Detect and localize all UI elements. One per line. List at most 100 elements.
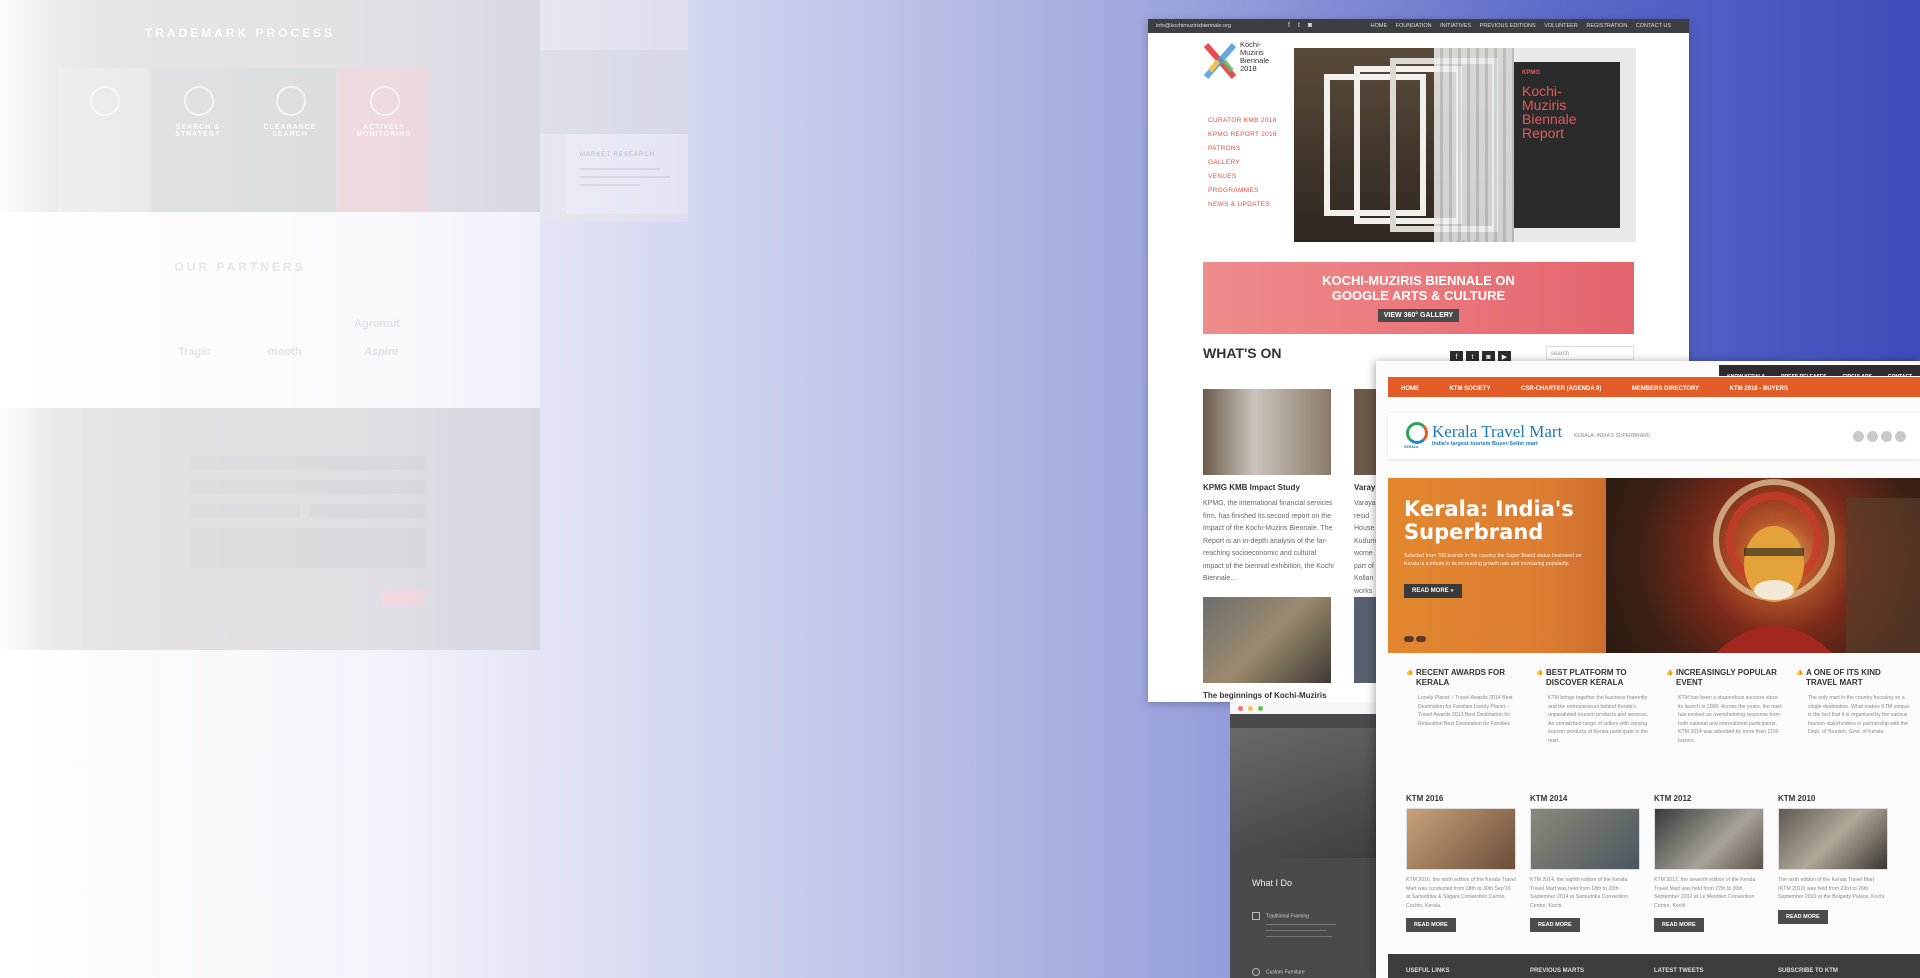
read-more-button[interactable]: READ MORE xyxy=(1654,918,1704,932)
ktm-edition-card: KTM 2010 The sixth edition of the Kerala… xyxy=(1778,794,1888,924)
kmb-menu-item[interactable]: PATRONS xyxy=(1208,145,1277,152)
kmb-nav-item[interactable]: REGISTRATION xyxy=(1586,23,1627,29)
edition-title[interactable]: KTM 2014 xyxy=(1530,794,1640,803)
kmb-nav-item[interactable]: VOLUNTEER xyxy=(1544,23,1578,29)
edition-photo[interactable] xyxy=(1778,808,1888,870)
edition-photo[interactable] xyxy=(1406,808,1516,870)
ktm-hero-slider[interactable]: Kerala: India's Superbrand Selected from… xyxy=(1388,478,1920,653)
dark-website-screenshot: What I Do Traditional Framing Custom Fur… xyxy=(1230,702,1380,978)
what-i-do-heading: What I Do xyxy=(1252,878,1293,888)
service-label: Traditional Framing xyxy=(1266,913,1309,920)
service-label: Custom Furniture xyxy=(1266,969,1305,976)
report-title-line: Muziris xyxy=(1522,97,1567,113)
ktm-nav-item[interactable]: CSR-CHARTER (AGENDA 9) xyxy=(1508,379,1614,399)
search-input[interactable]: search xyxy=(1546,346,1634,360)
ktm-feature: INCREASINGLY POPULAR EVENT KTM has been … xyxy=(1666,668,1784,745)
partners-section: OUR PARTNERS Agromut Tragic mooth Aspire xyxy=(0,212,540,408)
twitter-icon[interactable]: t xyxy=(1298,22,1300,29)
ktm-tagline: KERALA: INDIA'S SUPERBRAND xyxy=(1574,433,1651,439)
kmb-hero-slider[interactable]: KPMG Kochi- Muziris Biennale Report xyxy=(1294,48,1636,242)
process-icon xyxy=(184,86,214,116)
facebook-icon[interactable]: f xyxy=(1288,22,1290,29)
kmb-menu-item[interactable]: NEWS & UPDATES xyxy=(1208,201,1277,208)
process-card-label: ACTIVELY MONITORING xyxy=(356,124,412,138)
ktm-top-links: KNOW KERALAPRESS RELEASESCIRCULARSCONTAC… xyxy=(1719,365,1920,380)
post-title[interactable]: KPMG KMB Impact Study xyxy=(1203,483,1300,492)
ktm-logo-title[interactable]: Kerala Travel Mart xyxy=(1432,422,1562,442)
form-field xyxy=(190,504,300,518)
google-arts-banner[interactable]: KOCHI-MUZIRIS BIENNALE ON GOOGLE ARTS & … xyxy=(1203,262,1634,334)
edition-title[interactable]: KTM 2016 xyxy=(1406,794,1516,803)
kmb-menu-item[interactable]: GALLERY xyxy=(1208,159,1277,166)
post-excerpt: KPMG, the international financial servic… xyxy=(1203,500,1334,582)
text-line xyxy=(1266,924,1336,925)
slider-dots[interactable] xyxy=(1450,230,1480,242)
ktm-hero-text: Selected from 700 brands in the country … xyxy=(1404,553,1582,567)
rss-icon[interactable] xyxy=(1895,431,1906,442)
kmb-menu-item[interactable]: PROGRAMMES xyxy=(1208,187,1277,194)
partners-title: OUR PARTNERS xyxy=(174,260,306,274)
kmb-nav-item[interactable]: INITIATIVES xyxy=(1440,23,1471,29)
partner-logo: Agromut xyxy=(354,318,400,330)
post-image[interactable] xyxy=(1203,389,1331,475)
edition-photo[interactable] xyxy=(1530,808,1640,870)
read-more-button[interactable]: READ MORE xyxy=(1530,918,1580,932)
kmb-menu-item[interactable]: VENUES xyxy=(1208,173,1277,180)
ktm-nav-item[interactable]: KTM SOCIETY xyxy=(1436,379,1503,399)
view-gallery-button[interactable]: VIEW 360° GALLERY xyxy=(1377,309,1460,322)
feature-text: Lonely Planet – Travel Awards 2014 Best … xyxy=(1418,695,1513,727)
kmb-side-menu: CURATOR KMB 2018 KPMG REPORT 2016 PATRON… xyxy=(1208,117,1277,215)
report-title-line: Kochi- xyxy=(1522,83,1562,99)
text-line xyxy=(580,168,660,170)
checkbox-icon xyxy=(1252,912,1260,920)
kmb-nav-item[interactable]: FOUNDATION xyxy=(1396,23,1432,29)
form-submit-button xyxy=(382,590,426,606)
post-title[interactable]: Varay xyxy=(1354,483,1375,492)
circle-icon xyxy=(1252,968,1260,976)
kmb-top-bar: info@kochimuzirisbiennale.org f t ◙ HOME F… xyxy=(1148,19,1689,33)
instagram-icon[interactable]: ◙ xyxy=(1308,22,1312,29)
post-image[interactable] xyxy=(1203,597,1331,683)
process-card xyxy=(58,68,150,212)
kmb-report-cover: KPMG Kochi- Muziris Biennale Report xyxy=(1514,62,1620,228)
kmb-nav-item[interactable]: HOME xyxy=(1371,23,1388,29)
ktm-nav-item[interactable]: KTM 2018 - BUYERS xyxy=(1717,379,1801,399)
kmb-social-links: f t ◙ xyxy=(1288,22,1320,29)
kmb-menu-item[interactable]: CURATOR KMB 2018 xyxy=(1208,117,1277,124)
banner-title: KOCHI-MUZIRIS BIENNALE ON GOOGLE ARTS & … xyxy=(1203,273,1634,303)
hero-title-line: Superbrand xyxy=(1404,520,1544,544)
edition-text: KTM 2012, the seventh edition of the Ker… xyxy=(1654,877,1756,909)
form-field xyxy=(190,480,426,494)
kmb-nav-item[interactable]: CONTACT US xyxy=(1636,23,1671,29)
ktm-header: KERALA Kerala Travel Mart India's larges… xyxy=(1388,413,1920,459)
read-more-button[interactable]: READ MORE xyxy=(1778,909,1828,924)
kmb-menu-item[interactable]: KPMG REPORT 2016 xyxy=(1208,131,1277,138)
slider-dots[interactable] xyxy=(1404,629,1428,647)
read-more-button[interactable]: READ MORE » xyxy=(1404,584,1462,598)
ktm-nav-item[interactable]: HOME xyxy=(1388,379,1432,399)
side-image xyxy=(540,50,688,134)
edition-title[interactable]: KTM 2010 xyxy=(1778,794,1888,803)
kmb-logo[interactable]: Kochi- Muziris Biennale 2018 xyxy=(1203,41,1280,89)
edition-photo[interactable] xyxy=(1654,808,1764,870)
linkedin-icon[interactable] xyxy=(1881,431,1892,442)
logo-line: 2018 xyxy=(1240,64,1257,73)
side-card-title: MARKET RESEARCH xyxy=(580,152,655,158)
partner-logo: Tragic xyxy=(178,346,211,358)
report-title-line: Report xyxy=(1522,125,1565,141)
read-more-button[interactable]: READ MORE xyxy=(1406,918,1456,932)
twitter-icon[interactable] xyxy=(1867,431,1878,442)
post-title[interactable]: The beginnings of Kochi-Muziris xyxy=(1203,691,1327,700)
feature-title: BEST PLATFORM TO DISCOVER KERALA xyxy=(1536,668,1654,688)
facebook-icon[interactable] xyxy=(1853,431,1864,442)
ktm-edition-card: KTM 2014 KTM 2014, the eighth edition of… xyxy=(1530,794,1640,932)
kmb-email[interactable]: info@kochimuzirisbiennale.org xyxy=(1156,23,1231,29)
report-title-line: Biennale xyxy=(1522,111,1577,127)
process-section: TRADEMARK PROCESS SEARCH & STRATEGY CLEA… xyxy=(0,0,540,212)
edition-title[interactable]: KTM 2012 xyxy=(1654,794,1764,803)
faded-page: TRADEMARK PROCESS SEARCH & STRATEGY CLEA… xyxy=(0,0,540,650)
partner-logo: mooth xyxy=(268,346,302,358)
kmb-nav-item[interactable]: PREVIOUS EDITIONS xyxy=(1480,23,1536,29)
ktm-nav-item[interactable]: MEMBERS DIRECTORY xyxy=(1619,379,1712,399)
ktm-logo-icon[interactable] xyxy=(1406,422,1428,444)
